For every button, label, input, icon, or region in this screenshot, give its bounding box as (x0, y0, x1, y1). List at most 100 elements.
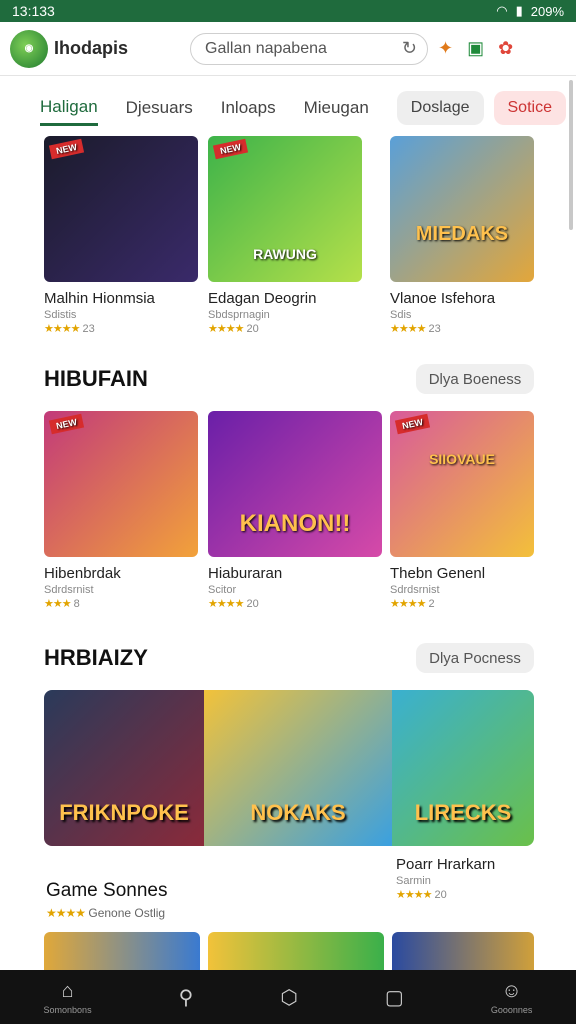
game-thumbnail[interactable]: KIANON!! (208, 411, 382, 557)
tab-inloaps[interactable]: Inloaps (221, 92, 276, 124)
scrollbar[interactable] (569, 80, 573, 230)
banner-text: FRIKNPOKE (59, 800, 189, 825)
game-rating: ★★★★ 20 (396, 888, 495, 901)
game-subtitle: Sdrdsrnist (390, 584, 440, 596)
game-thumbnail[interactable] (208, 932, 384, 970)
home-icon: ⌂ (61, 979, 74, 1002)
controller-icon: ☺ (501, 979, 522, 1002)
app-logo[interactable]: ◉ (10, 29, 48, 68)
square-icon: ▢ (384, 986, 404, 1009)
nav-label: Somonbons (43, 1004, 92, 1015)
refresh-icon[interactable]: ↻ (402, 38, 417, 59)
status-bar: 13:133 ◠ ▮ 209% (0, 0, 576, 22)
featured-banner[interactable]: FRIKNPOKE NOKAKS LIRECKS (44, 690, 534, 846)
star-icon: ★★★★ (46, 906, 86, 920)
wifi-icon: ◠ (496, 3, 508, 18)
apps-icon[interactable]: ✿ (498, 38, 513, 59)
tab-doslage[interactable]: Doslage (396, 91, 484, 125)
game-subtitle: Sbdsprnagin (208, 309, 270, 321)
game-title: Hibenbrdak (44, 565, 121, 582)
battery-level: 209% (530, 3, 564, 19)
star-icon: ★★★★ (396, 889, 432, 901)
rating-count: 23 (82, 323, 95, 335)
tab-haligan[interactable]: Haligan (40, 91, 98, 126)
star-icon: ★★★★ (390, 598, 426, 610)
game-card[interactable]: NEW SIIOVAUE Thebn Genenl Sdrdsrnist ★★★★… (390, 411, 534, 610)
banner-info: Poarr Hrarkarn Sarmin ★★★★ 20 (396, 856, 495, 901)
hexagon-icon: ⬡ (280, 986, 298, 1009)
app-name: Ihodapis (54, 38, 129, 58)
game-thumbnail[interactable]: MIEDAKS (390, 136, 534, 282)
genre-text: Genone Ostlig (88, 906, 166, 920)
status-time: 13:133 (12, 3, 55, 19)
more-button[interactable]: Dlya Boeness (416, 364, 534, 394)
flame-icon[interactable]: ✦ (438, 38, 453, 59)
thumbnail-text: MIEDAKS (415, 222, 509, 245)
game-subtitle: Scitor (208, 584, 237, 596)
game-thumbnail[interactable]: NEW SIIOVAUE (390, 411, 534, 557)
game-thumbnail[interactable]: NEW RAWUNG (208, 136, 362, 282)
section-title: HIBUFAIN (44, 366, 148, 391)
game-thumbnail[interactable]: NEW (44, 136, 198, 282)
new-badge: NEW (394, 413, 431, 435)
nav-label: Gooonnes (490, 1004, 533, 1015)
thumbnail-text: KIANON!! (239, 510, 351, 537)
game-title: Thebn Genenl (390, 565, 486, 582)
star-icon: ★★★★ (44, 323, 80, 335)
game-thumbnail[interactable] (44, 932, 200, 970)
app-bar: ◉ Ihodapis Gallan napabena ↻ ✦ ▣ ✿ (0, 22, 576, 76)
bottom-nav: ⌂ Somonbons ⚲ ⬡ ▢ ☺ Gooonnes (0, 970, 576, 1024)
rating-count: 20 (246, 598, 259, 610)
rating-count: 20 (246, 323, 259, 335)
tab-mieugan[interactable]: Mieugan (304, 92, 369, 124)
tab-djesuars[interactable]: Djesuars (126, 92, 193, 124)
nav-search[interactable]: ⚲ (179, 985, 194, 1010)
section-title: HRBIAIZY (44, 645, 148, 670)
game-thumbnail[interactable]: NEW (44, 411, 198, 557)
category-tabs: Haligan Djesuars Inloaps Mieugan Doslage… (40, 86, 566, 130)
game-title: Malhin Hionmsia (44, 290, 155, 307)
more-button[interactable]: Dlya Pocness (416, 643, 534, 673)
search-icon: ⚲ (178, 986, 194, 1009)
game-card[interactable]: KIANON!! Hiaburaran Scitor ★★★★ 20 (208, 411, 382, 610)
game-subtitle: Sdis (390, 309, 412, 321)
search-input[interactable]: Gallan napabena ↻ (190, 32, 428, 65)
banner-segment[interactable]: FRIKNPOKE (44, 690, 204, 846)
game-subtitle: Sdistis (44, 309, 77, 321)
game-card[interactable]: NEW RAWUNG Edagan Deogrin Sbdsprnagin ★★★… (208, 136, 362, 335)
game-card[interactable]: NEW Hibenbrdak Sdrdsrnist ★★★ 8 (44, 411, 198, 610)
banner-segment[interactable]: NOKAKS (204, 690, 392, 846)
game-rating: ★★★★ 23 (44, 322, 198, 335)
game-rating: ★★★★ 23 (390, 322, 534, 335)
star-icon: ★★★★ (208, 598, 244, 610)
star-icon: ★★★★ (208, 323, 244, 335)
nav-hexagon[interactable]: ⬡ (280, 985, 297, 1010)
game-rating: ★★★★ 20 (208, 322, 362, 335)
thumbnail-text: RAWUNG (253, 246, 317, 262)
banner-segment[interactable]: LIRECKS (392, 690, 534, 846)
notification-icon[interactable]: ▣ (467, 38, 484, 59)
game-title: Edagan Deogrin (208, 290, 317, 307)
nav-home[interactable]: ⌂ Somonbons (44, 980, 92, 1015)
game-rating: ★★★ 8 (44, 597, 198, 610)
thumbnail-text: SIIOVAUE (429, 451, 495, 467)
nav-square[interactable]: ▢ (385, 985, 404, 1010)
new-badge: NEW (48, 413, 85, 435)
game-rating: ★★★★ 2 (390, 597, 534, 610)
rating-count: 8 (73, 598, 80, 610)
game-title: Hiaburaran (208, 565, 283, 582)
nav-games[interactable]: ☺ Gooonnes (491, 980, 533, 1015)
game-subtitle: Sarmin (396, 875, 431, 887)
rating-count: 2 (428, 598, 435, 610)
game-title: Poarr Hrarkarn (396, 856, 496, 873)
rating-count: 23 (428, 323, 441, 335)
search-placeholder: Gallan napabena (205, 39, 327, 57)
tab-sotice[interactable]: Sotice (493, 91, 566, 125)
banner-text: LIRECKS (414, 800, 512, 825)
game-thumbnail[interactable] (392, 932, 534, 970)
game-card[interactable]: MIEDAKS Vlanoe Isfehora Sdis ★★★★ 23 (390, 136, 534, 335)
game-subtitle: Sdrdsrnist (44, 584, 94, 596)
banner-text: NOKAKS (250, 800, 346, 825)
battery-icon: ▮ (515, 3, 523, 18)
game-card[interactable]: NEW Malhin Hionmsia Sdistis ★★★★ 23 (44, 136, 198, 335)
